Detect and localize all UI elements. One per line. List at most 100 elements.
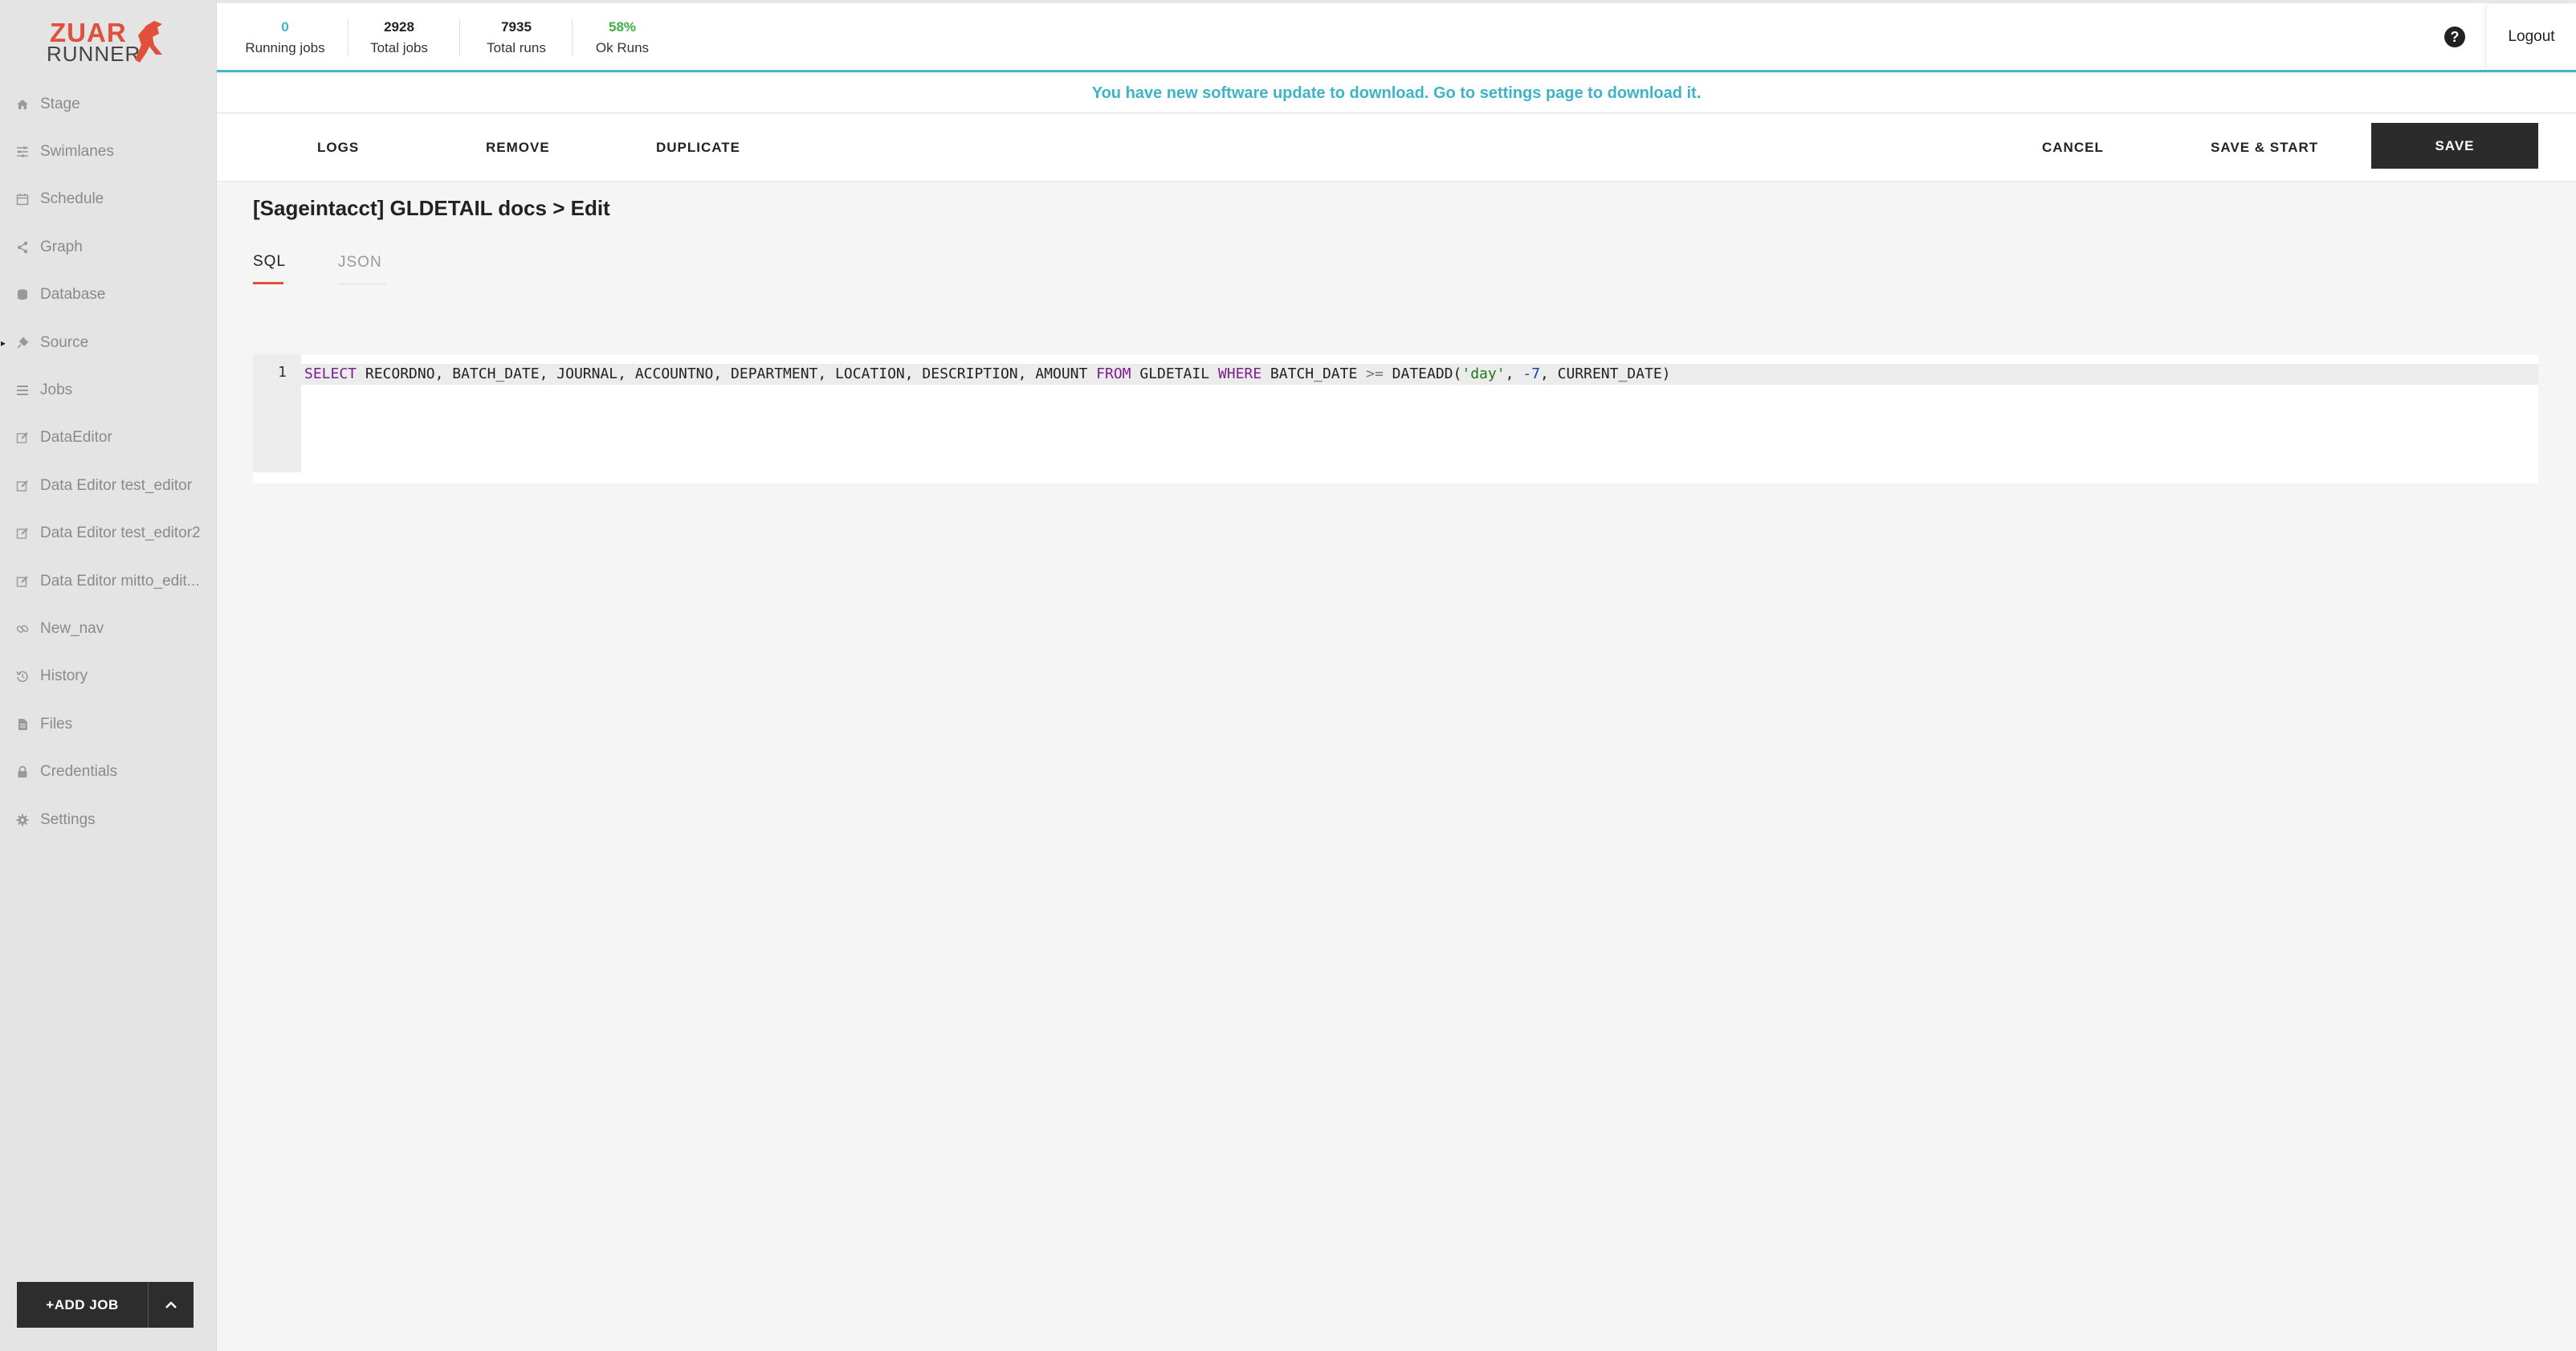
sidebar-item-data-editor-test-editor2[interactable]: Data Editor test_editor2: [0, 510, 217, 557]
edit-icon: [14, 478, 31, 494]
edit-icon: [14, 430, 31, 446]
sql-code-editor[interactable]: 1 SELECT RECORDNO, BATCH_DATE, JOURNAL, …: [253, 353, 2538, 484]
edit-icon: [14, 573, 31, 590]
code-token: , CURRENT_DATE): [1539, 365, 1671, 382]
update-banner[interactable]: You have new software update to download…: [217, 75, 2576, 113]
question-circle-icon[interactable]: ?: [2444, 27, 2465, 47]
sidebar-item-new-nav[interactable]: New_nav: [0, 605, 217, 652]
stat-total-jobs[interactable]: 2928 Total jobs: [355, 19, 443, 56]
sidebar-item-files[interactable]: Files: [0, 700, 217, 748]
sidebar-item-graph[interactable]: Graph: [0, 223, 217, 271]
stat-divider: [572, 19, 573, 56]
sql-code-line[interactable]: SELECT RECORDNO, BATCH_DATE, JOURNAL, AC…: [304, 365, 1671, 382]
code-token-number: -7: [1522, 365, 1540, 382]
sidebar-item-history[interactable]: History: [0, 653, 217, 700]
sidebar-item-label: Stage: [40, 95, 80, 112]
code-token: BATCH_DATE: [1262, 365, 1367, 382]
sidebar-item-label: Schedule: [40, 190, 104, 208]
history-icon: [14, 668, 31, 684]
top-stats-bar: 0 Running jobs 2928 Total jobs 7935 Tota…: [217, 0, 2576, 72]
file-icon: [14, 716, 31, 733]
stat-label: Total jobs: [370, 40, 428, 55]
sidebar-item-data-editor-test-editor[interactable]: Data Editor test_editor: [0, 462, 217, 509]
gear-icon: [14, 812, 31, 828]
tab-sql[interactable]: SQL: [253, 241, 285, 284]
save-and-start-button[interactable]: SAVE & START: [2211, 114, 2318, 182]
sidebar-item-dataeditor[interactable]: DataEditor: [0, 414, 217, 462]
tab-json[interactable]: JSON: [338, 241, 386, 284]
sidebar-item-database[interactable]: Database: [0, 271, 217, 319]
sidebar-item-source[interactable]: ▸ Source: [0, 319, 217, 366]
stat-value: 58%: [608, 19, 637, 35]
horse-icon: [135, 21, 162, 63]
chevron-up-icon: [165, 1300, 177, 1308]
code-token-keyword: SELECT: [304, 365, 357, 382]
sidebar-item-label: Data Editor test_editor2: [40, 524, 201, 542]
sidebar-item-label: Swimlanes: [40, 143, 114, 161]
sidebar-item-jobs[interactable]: Jobs: [0, 366, 217, 414]
sidebar: ZUAR RUNNER Stage Swimlanes Schedule Gra…: [0, 0, 217, 1351]
sidebar-item-data-editor-mitto-edit[interactable]: Data Editor mitto_edit...: [0, 557, 217, 605]
sidebar-item-label: Source: [40, 333, 89, 351]
code-token: ,: [1505, 365, 1523, 382]
database-icon: [14, 287, 31, 303]
zuar-runner-logo[interactable]: ZUAR RUNNER: [47, 16, 167, 66]
stat-divider: [459, 19, 460, 56]
update-banner-text: You have new software update to download…: [1091, 84, 1702, 102]
code-token-string: 'day': [1461, 365, 1506, 382]
calendar-icon: [14, 191, 31, 207]
sliders-icon: [14, 144, 31, 160]
plug-icon: [14, 335, 31, 351]
stat-ok-runs[interactable]: 58% Ok Runs: [578, 19, 666, 56]
sidebar-item-label: DataEditor: [40, 429, 112, 447]
page-title: [Sageintacct] GLDETAIL docs > Edit: [253, 196, 610, 220]
list-icon: [14, 382, 31, 398]
stat-running-jobs[interactable]: 0 Running jobs: [241, 19, 329, 56]
caret-right-icon: ▸: [1, 337, 6, 349]
sidebar-item-label: Credentials: [40, 763, 118, 781]
code-token: RECORDNO, BATCH_DATE, JOURNAL, ACCOUNTNO…: [357, 365, 1097, 382]
duplicate-button[interactable]: DUPLICATE: [656, 114, 740, 182]
stat-value: 2928: [384, 19, 414, 35]
cancel-button[interactable]: CANCEL: [2042, 114, 2104, 182]
sidebar-item-label: Graph: [40, 238, 83, 255]
remove-button[interactable]: REMOVE: [486, 114, 550, 182]
logs-button[interactable]: LOGS: [317, 114, 359, 182]
save-button[interactable]: SAVE: [2371, 123, 2538, 169]
code-token-keyword: FROM: [1096, 365, 1131, 382]
sidebar-item-stage[interactable]: Stage: [0, 80, 217, 128]
line-number: 1: [278, 364, 287, 381]
stat-label: Total runs: [487, 40, 546, 55]
sidebar-item-label: Data Editor mitto_edit...: [40, 572, 200, 590]
sidebar-item-swimlanes[interactable]: Swimlanes: [0, 128, 217, 175]
sidebar-item-label: New_nav: [40, 619, 104, 637]
sidebar-item-label: Files: [40, 715, 73, 733]
sidebar-item-schedule[interactable]: Schedule: [0, 176, 217, 223]
code-token-operator: >=: [1366, 365, 1384, 382]
stat-total-runs[interactable]: 7935 Total runs: [472, 19, 560, 56]
sidebar-item-label: Data Editor test_editor: [40, 476, 193, 494]
add-job-button[interactable]: +ADD JOB: [17, 1282, 149, 1328]
lock-icon: [14, 764, 31, 780]
home-icon: [14, 96, 31, 112]
stat-label: Running jobs: [245, 40, 325, 55]
link-icon: [14, 621, 31, 637]
stat-value: 7935: [501, 19, 532, 35]
stat-value: 0: [281, 19, 289, 35]
job-action-bar: LOGS REMOVE DUPLICATE CANCEL SAVE & STAR…: [217, 114, 2576, 182]
logout-button[interactable]: Logout: [2486, 5, 2576, 69]
code-token: GLDETAIL: [1131, 365, 1218, 382]
sidebar-item-label: Settings: [40, 810, 96, 828]
stat-label: Ok Runs: [595, 40, 650, 55]
add-job-menu-toggle[interactable]: [149, 1282, 194, 1328]
sidebar-item-credentials[interactable]: Credentials: [0, 748, 217, 795]
share-icon: [14, 239, 31, 255]
sidebar-nav: Stage Swimlanes Schedule Graph Database …: [0, 80, 217, 843]
sidebar-item-label: History: [40, 667, 88, 685]
code-token: DATEADD(: [1383, 365, 1462, 382]
sidebar-item-label: Database: [40, 286, 106, 304]
sidebar-item-settings[interactable]: Settings: [0, 796, 217, 843]
code-token-keyword: WHERE: [1217, 365, 1262, 382]
add-job-control: +ADD JOB: [17, 1282, 194, 1328]
edit-icon: [14, 525, 31, 541]
